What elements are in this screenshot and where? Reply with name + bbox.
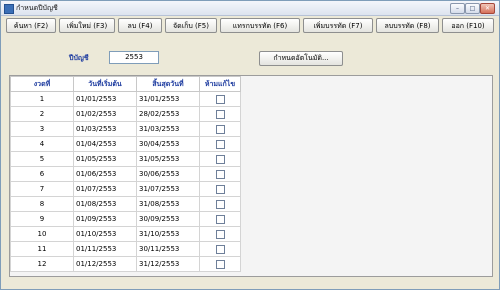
table-row[interactable]: 4 01/04/2553 30/04/2553 <box>10 136 241 152</box>
table-row[interactable]: 10 01/10/2553 31/10/2553 <box>10 226 241 242</box>
locked-cell <box>199 91 241 107</box>
header-locked: ห้ามแก้ไข <box>199 76 241 92</box>
start-date-cell[interactable]: 01/06/2553 <box>73 166 137 182</box>
locked-cell <box>199 151 241 167</box>
title-bar: กำหนดปีบัญชี – □ ✕ <box>1 1 499 16</box>
locked-checkbox[interactable] <box>215 169 225 179</box>
window-title: กำหนดปีบัญชี <box>16 4 58 12</box>
exit-button[interactable]: ออก (F10) <box>442 18 494 33</box>
delete-row-button[interactable]: ลบบรรทัด (F8) <box>376 18 439 33</box>
locked-checkbox[interactable] <box>215 124 225 134</box>
header-end-date: สิ้นสุดวันที่ <box>136 76 200 92</box>
locked-checkbox[interactable] <box>215 229 225 239</box>
add-row-button[interactable]: เพิ่มบรรทัด (F7) <box>303 18 373 33</box>
period-table: งวดที่ วันที่เริ่มต้น สิ้นสุดวันที่ ห้าม… <box>10 76 241 272</box>
period-cell[interactable]: 6 <box>10 166 74 182</box>
end-date-cell[interactable]: 30/11/2553 <box>136 241 200 257</box>
locked-cell <box>199 121 241 137</box>
start-date-cell[interactable]: 01/12/2553 <box>73 256 137 272</box>
period-cell[interactable]: 3 <box>10 121 74 137</box>
end-date-cell[interactable]: 30/09/2553 <box>136 211 200 227</box>
end-date-cell[interactable]: 31/07/2553 <box>136 181 200 197</box>
locked-checkbox[interactable] <box>215 199 225 209</box>
period-cell[interactable]: 2 <box>10 106 74 122</box>
locked-cell <box>199 226 241 242</box>
end-date-cell[interactable]: 30/06/2553 <box>136 166 200 182</box>
period-cell[interactable]: 9 <box>10 211 74 227</box>
period-cell[interactable]: 10 <box>10 226 74 242</box>
header-period: งวดที่ <box>10 76 74 92</box>
locked-checkbox[interactable] <box>215 109 225 119</box>
table-row[interactable]: 2 01/02/2553 28/02/2553 <box>10 106 241 122</box>
locked-checkbox[interactable] <box>215 244 225 254</box>
table-row[interactable]: 12 01/12/2553 31/12/2553 <box>10 256 241 272</box>
year-label: ปีบัญชี <box>69 54 89 62</box>
start-date-cell[interactable]: 01/04/2553 <box>73 136 137 152</box>
period-cell[interactable]: 7 <box>10 181 74 197</box>
period-cell[interactable]: 8 <box>10 196 74 212</box>
account-year-window: กำหนดปีบัญชี – □ ✕ ค้นหา (F2) เพิ่มใหม่ … <box>0 0 500 290</box>
app-icon <box>4 4 14 14</box>
end-date-cell[interactable]: 28/02/2553 <box>136 106 200 122</box>
locked-cell <box>199 136 241 152</box>
locked-cell <box>199 106 241 122</box>
locked-checkbox[interactable] <box>215 214 225 224</box>
start-date-cell[interactable]: 01/11/2553 <box>73 241 137 257</box>
table-row[interactable]: 7 01/07/2553 31/07/2553 <box>10 181 241 197</box>
delete-button[interactable]: ลบ (F4) <box>118 18 162 33</box>
start-date-cell[interactable]: 01/02/2553 <box>73 106 137 122</box>
maximize-icon[interactable]: □ <box>465 3 480 14</box>
save-button[interactable]: จัดเก็บ (F5) <box>165 18 217 33</box>
locked-cell <box>199 241 241 257</box>
locked-cell <box>199 256 241 272</box>
locked-cell <box>199 181 241 197</box>
search-button[interactable]: ค้นหา (F2) <box>6 18 56 33</box>
locked-checkbox[interactable] <box>215 184 225 194</box>
start-date-cell[interactable]: 01/07/2553 <box>73 181 137 197</box>
table-row[interactable]: 6 01/06/2553 30/06/2553 <box>10 166 241 182</box>
end-date-cell[interactable]: 31/03/2553 <box>136 121 200 137</box>
table-row[interactable]: 11 01/11/2553 30/11/2553 <box>10 241 241 257</box>
table-header-row: งวดที่ วันที่เริ่มต้น สิ้นสุดวันที่ ห้าม… <box>10 76 241 92</box>
table-row[interactable]: 1 01/01/2553 31/01/2553 <box>10 91 241 107</box>
start-date-cell[interactable]: 01/03/2553 <box>73 121 137 137</box>
insert-row-button[interactable]: แทรกบรรทัด (F6) <box>220 18 300 33</box>
locked-cell <box>199 196 241 212</box>
period-cell[interactable]: 12 <box>10 256 74 272</box>
start-date-cell[interactable]: 01/05/2553 <box>73 151 137 167</box>
end-date-cell[interactable]: 31/12/2553 <box>136 256 200 272</box>
start-date-cell[interactable]: 01/10/2553 <box>73 226 137 242</box>
header-start-date: วันที่เริ่มต้น <box>73 76 137 92</box>
end-date-cell[interactable]: 31/08/2553 <box>136 196 200 212</box>
table-row[interactable]: 5 01/05/2553 31/05/2553 <box>10 151 241 167</box>
end-date-cell[interactable]: 31/01/2553 <box>136 91 200 107</box>
period-cell[interactable]: 1 <box>10 91 74 107</box>
table-row[interactable]: 8 01/08/2553 31/08/2553 <box>10 196 241 212</box>
minimize-icon[interactable]: – <box>450 3 465 14</box>
locked-cell <box>199 211 241 227</box>
period-cell[interactable]: 11 <box>10 241 74 257</box>
locked-checkbox[interactable] <box>215 259 225 269</box>
period-grid: งวดที่ วันที่เริ่มต้น สิ้นสุดวันที่ ห้าม… <box>9 75 493 277</box>
end-date-cell[interactable]: 31/10/2553 <box>136 226 200 242</box>
start-date-cell[interactable]: 01/01/2553 <box>73 91 137 107</box>
table-row[interactable]: 3 01/03/2553 31/03/2553 <box>10 121 241 137</box>
locked-checkbox[interactable] <box>215 94 225 104</box>
period-cell[interactable]: 4 <box>10 136 74 152</box>
start-date-cell[interactable]: 01/08/2553 <box>73 196 137 212</box>
close-icon[interactable]: ✕ <box>480 3 495 14</box>
year-input[interactable]: 2553 <box>109 51 159 64</box>
add-new-button[interactable]: เพิ่มใหม่ (F3) <box>59 18 115 33</box>
end-date-cell[interactable]: 30/04/2553 <box>136 136 200 152</box>
locked-checkbox[interactable] <box>215 139 225 149</box>
table-row[interactable]: 9 01/09/2553 30/09/2553 <box>10 211 241 227</box>
period-cell[interactable]: 5 <box>10 151 74 167</box>
auto-setup-button[interactable]: กำหนดอัตโนมัติ... <box>259 51 343 66</box>
locked-checkbox[interactable] <box>215 154 225 164</box>
end-date-cell[interactable]: 31/05/2553 <box>136 151 200 167</box>
start-date-cell[interactable]: 01/09/2553 <box>73 211 137 227</box>
locked-cell <box>199 166 241 182</box>
